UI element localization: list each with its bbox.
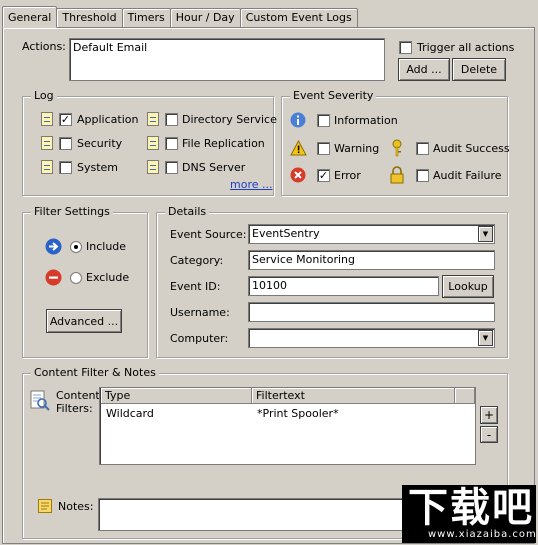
event-id-label: Event ID: xyxy=(170,280,221,293)
event-source-value: EventSentry xyxy=(252,227,320,240)
include-label: Include xyxy=(86,240,127,253)
information-checkbox[interactable] xyxy=(317,114,330,127)
content-filters-label-line1: Content xyxy=(56,389,100,402)
key-icon xyxy=(392,139,402,157)
application-checkbox[interactable]: ✓ xyxy=(59,113,72,126)
dns-server-label: DNS Server xyxy=(182,161,246,174)
directory-service-label: Directory Service xyxy=(182,113,277,126)
system-checkbox[interactable] xyxy=(59,161,72,174)
tab-timers[interactable]: Timers xyxy=(121,8,171,28)
content-filters-label-line2: Filters: xyxy=(56,402,93,415)
watermark-brand: 下载吧 xyxy=(408,485,534,531)
tab-custom-event-logs[interactable]: Custom Event Logs xyxy=(239,8,358,28)
application-log-icon xyxy=(41,112,53,126)
row-filtertext-cell: *Print Spooler* xyxy=(257,407,339,420)
directory-service-log-icon xyxy=(147,112,159,126)
filter-document-icon xyxy=(30,390,50,411)
file-replication-log-icon xyxy=(147,136,159,150)
trigger-all-label: Trigger all actions xyxy=(417,41,515,54)
tab-threshold[interactable]: Threshold xyxy=(56,8,123,28)
exclude-label: Exclude xyxy=(86,271,130,284)
directory-service-checkbox[interactable] xyxy=(165,113,178,126)
watermark-url: www.xiazaiba.com xyxy=(428,529,537,540)
actions-label: Actions: xyxy=(22,40,66,53)
column-header-filtertext[interactable]: Filtertext xyxy=(252,388,455,404)
security-checkbox[interactable] xyxy=(59,137,72,150)
username-field[interactable] xyxy=(248,302,495,322)
watermark-logo: 下载吧 www.xiazaiba.com xyxy=(402,485,536,543)
dns-server-checkbox[interactable] xyxy=(165,161,178,174)
tab-general[interactable]: General xyxy=(2,6,58,28)
include-radio[interactable] xyxy=(70,241,82,253)
information-icon xyxy=(290,112,306,128)
information-label: Information xyxy=(334,114,398,127)
details-title: Details xyxy=(165,205,210,218)
computer-select[interactable]: ▼ xyxy=(248,328,495,348)
warning-icon xyxy=(290,140,307,156)
audit-success-checkbox[interactable] xyxy=(416,142,429,155)
error-icon xyxy=(290,167,306,183)
notes-field[interactable] xyxy=(98,498,438,531)
warning-checkbox[interactable] xyxy=(317,142,330,155)
notes-label: Notes: xyxy=(58,500,94,513)
content-filter-title: Content Filter & Notes xyxy=(31,366,159,379)
event-source-label: Event Source: xyxy=(170,228,247,241)
audit-failure-label: Audit Failure xyxy=(433,169,502,182)
content-filters-table[interactable]: Type Filtertext Wildcard *Print Spooler* xyxy=(99,387,476,465)
row-type-cell: Wildcard xyxy=(106,407,154,420)
trigger-all-checkbox[interactable] xyxy=(399,41,412,54)
filter-settings-group: Filter Settings xyxy=(22,205,148,358)
advanced-button[interactable]: Advanced ... xyxy=(46,309,122,333)
column-header-empty xyxy=(455,388,475,404)
actions-field[interactable]: Default Email xyxy=(69,38,385,81)
chevron-down-icon[interactable]: ▼ xyxy=(478,226,493,242)
tab-strip: General Threshold Timers Hour / Day Cust… xyxy=(2,6,358,28)
computer-label: Computer: xyxy=(170,332,229,345)
event-source-select[interactable]: EventSentry ▼ xyxy=(248,224,495,244)
audit-failure-checkbox[interactable] xyxy=(416,169,429,182)
event-severity-title: Event Severity xyxy=(290,89,377,102)
exclude-radio[interactable] xyxy=(70,272,82,284)
log-group-title: Log xyxy=(31,89,57,102)
system-label: System xyxy=(77,161,119,174)
dns-server-log-icon xyxy=(147,160,159,174)
exclude-minus-icon xyxy=(45,269,62,286)
category-field[interactable]: Service Monitoring xyxy=(248,250,495,270)
file-replication-checkbox[interactable] xyxy=(165,137,178,150)
chevron-down-icon[interactable]: ▼ xyxy=(478,330,493,346)
category-label: Category: xyxy=(170,254,224,267)
event-id-field[interactable]: 10100 xyxy=(248,276,439,296)
system-log-icon xyxy=(41,160,53,174)
remove-filter-button[interactable]: - xyxy=(480,426,498,443)
error-checkbox[interactable]: ✓ xyxy=(317,169,330,182)
security-log-icon xyxy=(41,136,53,150)
application-label: Application xyxy=(77,113,139,126)
filter-settings-title: Filter Settings xyxy=(31,205,113,218)
notes-icon xyxy=(38,499,52,513)
lock-icon xyxy=(390,166,404,184)
file-replication-label: File Replication xyxy=(182,137,265,150)
lookup-button[interactable]: Lookup xyxy=(442,275,494,298)
more-logs-link[interactable]: more ... xyxy=(230,178,272,191)
audit-success-label: Audit Success xyxy=(433,142,510,155)
security-label: Security xyxy=(77,137,123,150)
delete-action-button[interactable]: Delete xyxy=(452,58,506,81)
error-label: Error xyxy=(334,169,361,182)
add-action-button[interactable]: Add ... xyxy=(398,58,450,81)
tab-hour-day[interactable]: Hour / Day xyxy=(169,8,241,28)
username-label: Username: xyxy=(170,306,230,319)
add-filter-button[interactable]: + xyxy=(480,406,498,424)
warning-label: Warning xyxy=(334,142,380,155)
column-header-type[interactable]: Type xyxy=(101,388,252,404)
table-row[interactable]: Wildcard *Print Spooler* xyxy=(101,405,475,421)
include-arrow-icon xyxy=(45,238,62,255)
